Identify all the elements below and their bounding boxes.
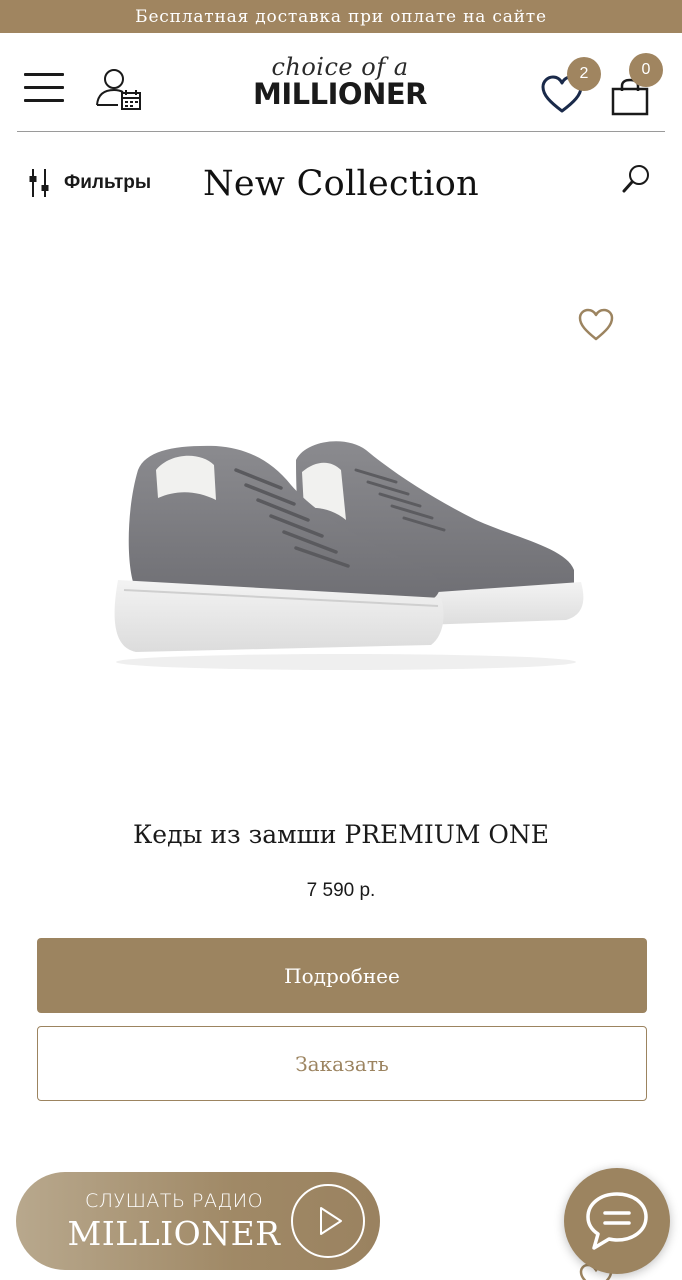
- brand-logo[interactable]: choice of a MILLIONER: [240, 47, 440, 117]
- product-name[interactable]: Кеды из замши PREMIUM ONE: [0, 820, 682, 849]
- sneakers-image: [114, 441, 584, 670]
- heart-icon: [578, 308, 614, 341]
- wishlist-button[interactable]: 2: [540, 57, 601, 115]
- promo-text: Бесплатная доставка при оплате на сайте: [135, 6, 547, 27]
- wishlist-count-badge: 2: [567, 57, 601, 91]
- page-title: New Collection: [202, 164, 480, 204]
- cart-button[interactable]: 0: [608, 53, 663, 119]
- radio-player[interactable]: СЛУШАТЬ РАДИО MILLIONER: [16, 1172, 380, 1270]
- menu-icon-line: [24, 99, 64, 102]
- product-image[interactable]: [96, 430, 596, 690]
- search-icon: [622, 165, 649, 193]
- product-card: Кеды из замши PREMIUM ONE 7 590 р. Подро…: [0, 240, 682, 1140]
- search-button[interactable]: [620, 162, 652, 196]
- product-price: 7 590 р.: [306, 880, 376, 901]
- menu-icon-line: [24, 86, 64, 89]
- logo-main-text: MILLIONER: [253, 77, 427, 111]
- play-icon: [320, 1207, 342, 1235]
- site-header: choice of a MILLIONER 2 0: [0, 33, 682, 133]
- promo-bar: Бесплатная доставка при оплате на сайте: [0, 0, 682, 33]
- order-button[interactable]: Заказать: [37, 1026, 647, 1101]
- cart-count-badge: 0: [629, 53, 663, 87]
- radio-main-text: MILLIONER: [67, 1214, 281, 1253]
- radio-top-text: СЛУШАТЬ РАДИО: [84, 1190, 264, 1212]
- menu-icon-line: [24, 73, 64, 76]
- radio-play-button[interactable]: [291, 1184, 365, 1258]
- add-to-favorites-button[interactable]: [576, 306, 616, 344]
- account-calendar-icon: [96, 69, 141, 110]
- chat-icon: [586, 1192, 648, 1250]
- menu-button[interactable]: [22, 69, 66, 105]
- chat-button[interactable]: [564, 1168, 670, 1274]
- header-divider: [17, 131, 665, 132]
- details-button[interactable]: Подробнее: [37, 938, 647, 1013]
- account-button[interactable]: [94, 65, 144, 113]
